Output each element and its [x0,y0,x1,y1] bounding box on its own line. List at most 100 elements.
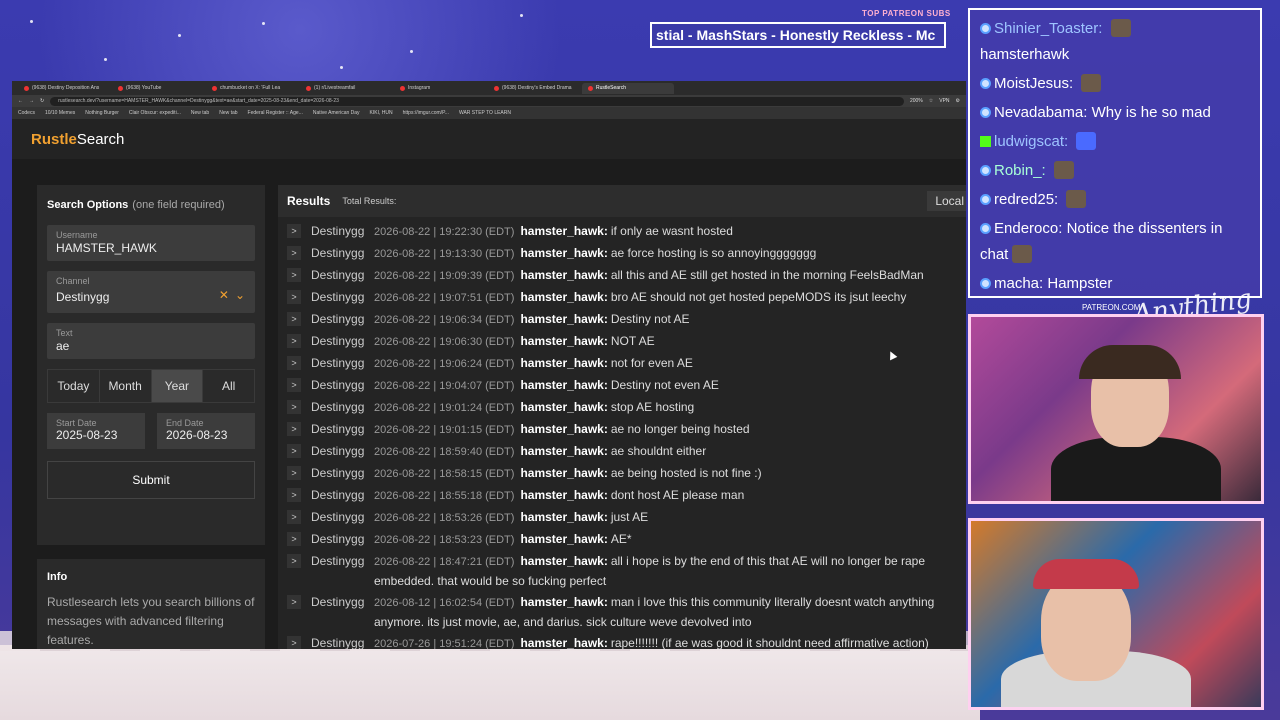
bookmark-item[interactable]: Codecs [18,110,35,116]
result-timestamp[interactable]: 2026-08-22 | 19:01:24 (EDT) [374,402,514,414]
result-timestamp[interactable]: 2026-08-22 | 18:58:15 (EDT) [374,468,514,480]
channel-value[interactable]: Destinygg [56,290,246,304]
result-username[interactable]: hamster_hawk: [520,356,607,370]
start-date-value[interactable]: 2025-08-23 [56,428,136,442]
result-timestamp[interactable]: 2026-08-22 | 19:06:34 (EDT) [374,314,514,326]
result-username[interactable]: hamster_hawk: [520,554,607,568]
result-timestamp[interactable]: 2026-08-22 | 19:13:30 (EDT) [374,248,514,260]
range-button-month[interactable]: Month [100,370,152,402]
browser-tab[interactable]: (1) r/Livestreamfail [300,83,392,94]
brand-logo-rustle[interactable]: Rustle [31,131,77,148]
result-username[interactable]: hamster_hawk: [520,510,607,524]
chevron-down-icon[interactable]: ⌄ [235,288,245,302]
expand-chevron-icon[interactable]: > [287,595,301,609]
browser-tab[interactable]: (9638) Destiny's Embed Drama [488,83,580,94]
range-button-year[interactable]: Year [151,370,204,402]
forward-icon[interactable]: → [29,98,34,104]
range-button-all[interactable]: All [203,370,254,402]
bookmark-item[interactable]: Federal Register :: Age... [248,110,303,116]
result-username[interactable]: hamster_hawk: [520,400,607,414]
expand-chevron-icon[interactable]: > [287,636,301,649]
bookmark-star-icon[interactable]: ☆ [929,98,933,104]
result-timestamp[interactable]: 2026-08-22 | 19:06:30 (EDT) [374,336,514,348]
expand-chevron-icon[interactable]: > [287,312,301,326]
reload-icon[interactable]: ↻ [40,98,44,104]
username-value[interactable]: HAMSTER_HAWK [56,241,246,255]
bookmark-item[interactable]: WAR STEP TO LEARN [459,110,511,116]
result-username[interactable]: hamster_hawk: [520,378,607,392]
result-username[interactable]: hamster_hawk: [520,488,607,502]
expand-chevron-icon[interactable]: > [287,268,301,282]
expand-chevron-icon[interactable]: > [287,334,301,348]
back-icon[interactable]: ← [18,98,23,104]
local-time-button[interactable]: Local [927,191,966,211]
channel-select[interactable]: Channel Destinygg ✕ ⌄ [47,271,255,313]
bookmark-item[interactable]: Clair Obscur: expediti... [129,110,181,116]
browser-tab[interactable]: Instagram [394,83,486,94]
browser-tab[interactable]: chumbucket on X: 'Full Lea [206,83,298,94]
expand-chevron-icon[interactable]: > [287,488,301,502]
result-username[interactable]: hamster_hawk: [520,224,607,238]
username-field[interactable]: Username HAMSTER_HAWK [47,225,255,261]
result-timestamp[interactable]: 2026-08-22 | 18:53:26 (EDT) [374,512,514,524]
bookmark-item[interactable]: New tab [191,110,209,116]
bookmark-item[interactable]: KIKI, HUN [370,110,393,116]
result-username[interactable]: hamster_hawk: [520,595,607,609]
result-username[interactable]: hamster_hawk: [520,334,607,348]
result-timestamp[interactable]: 2026-08-22 | 18:53:23 (EDT) [374,534,514,546]
result-timestamp[interactable]: 2026-08-12 | 16:02:54 (EDT) [374,597,514,609]
bookmark-item[interactable]: New tab [219,110,237,116]
expand-chevron-icon[interactable]: > [287,444,301,458]
vpn-badge[interactable]: VPN [939,98,949,104]
result-username[interactable]: hamster_hawk: [520,532,607,546]
result-timestamp[interactable]: 2026-07-26 | 19:51:24 (EDT) [374,638,514,649]
zoom-level[interactable]: 200% [910,98,923,104]
end-date-field[interactable]: End Date 2026-08-23 [157,413,255,449]
browser-tab[interactable]: RustleSearch [582,82,674,94]
expand-chevron-icon[interactable]: > [287,290,301,304]
end-date-value[interactable]: 2026-08-23 [166,428,246,442]
result-timestamp[interactable]: 2026-08-22 | 18:55:18 (EDT) [374,490,514,502]
url-field[interactable]: rustlesearch.dev/?username=HAMSTER_HAWK&… [50,96,904,106]
expand-chevron-icon[interactable]: > [287,466,301,480]
browser-tab[interactable]: (9638) YouTube [112,83,204,94]
result-username[interactable]: hamster_hawk: [520,466,607,480]
expand-chevron-icon[interactable]: > [287,422,301,436]
expand-chevron-icon[interactable]: > [287,400,301,414]
result-timestamp[interactable]: 2026-08-22 | 19:04:07 (EDT) [374,380,514,392]
result-timestamp[interactable]: 2026-08-22 | 19:09:39 (EDT) [374,270,514,282]
text-value[interactable]: ae [56,339,246,353]
submit-button[interactable]: Submit [47,461,255,499]
expand-chevron-icon[interactable]: > [287,510,301,524]
bookmark-item[interactable]: https://imgur.com/P... [403,110,449,116]
text-field[interactable]: Text ae [47,323,255,359]
expand-chevron-icon[interactable]: > [287,532,301,546]
result-username[interactable]: hamster_hawk: [520,636,607,649]
bookmark-item[interactable]: Nothing Burger [85,110,119,116]
expand-chevron-icon[interactable]: > [287,246,301,260]
result-timestamp[interactable]: 2026-08-22 | 19:07:51 (EDT) [374,292,514,304]
brand-logo-search[interactable]: Search [77,131,125,148]
expand-chevron-icon[interactable]: > [287,356,301,370]
result-timestamp[interactable]: 2026-08-22 | 19:01:15 (EDT) [374,424,514,436]
result-username[interactable]: hamster_hawk: [520,290,607,304]
result-timestamp[interactable]: 2026-08-22 | 18:59:40 (EDT) [374,446,514,458]
browser-tab[interactable]: (9638) Destiny Deposition Ans [18,83,110,94]
range-button-today[interactable]: Today [48,370,100,402]
result-username[interactable]: hamster_hawk: [520,422,607,436]
result-username[interactable]: hamster_hawk: [520,312,607,326]
extensions-icon[interactable]: ⚙ [956,98,960,104]
start-date-field[interactable]: Start Date 2025-08-23 [47,413,145,449]
result-username[interactable]: hamster_hawk: [520,268,607,282]
expand-chevron-icon[interactable]: > [287,554,301,568]
result-timestamp[interactable]: 2026-08-22 | 18:47:21 (EDT) [374,556,514,568]
bookmark-item[interactable]: 10/10 Memes [45,110,75,116]
expand-chevron-icon[interactable]: > [287,224,301,238]
result-username[interactable]: hamster_hawk: [520,246,607,260]
clear-icon[interactable]: ✕ [219,288,229,302]
result-username[interactable]: hamster_hawk: [520,444,607,458]
expand-chevron-icon[interactable]: > [287,378,301,392]
bookmark-item[interactable]: Native American Day [313,110,360,116]
result-timestamp[interactable]: 2026-08-22 | 19:06:24 (EDT) [374,358,514,370]
result-timestamp[interactable]: 2026-08-22 | 19:22:30 (EDT) [374,226,514,238]
